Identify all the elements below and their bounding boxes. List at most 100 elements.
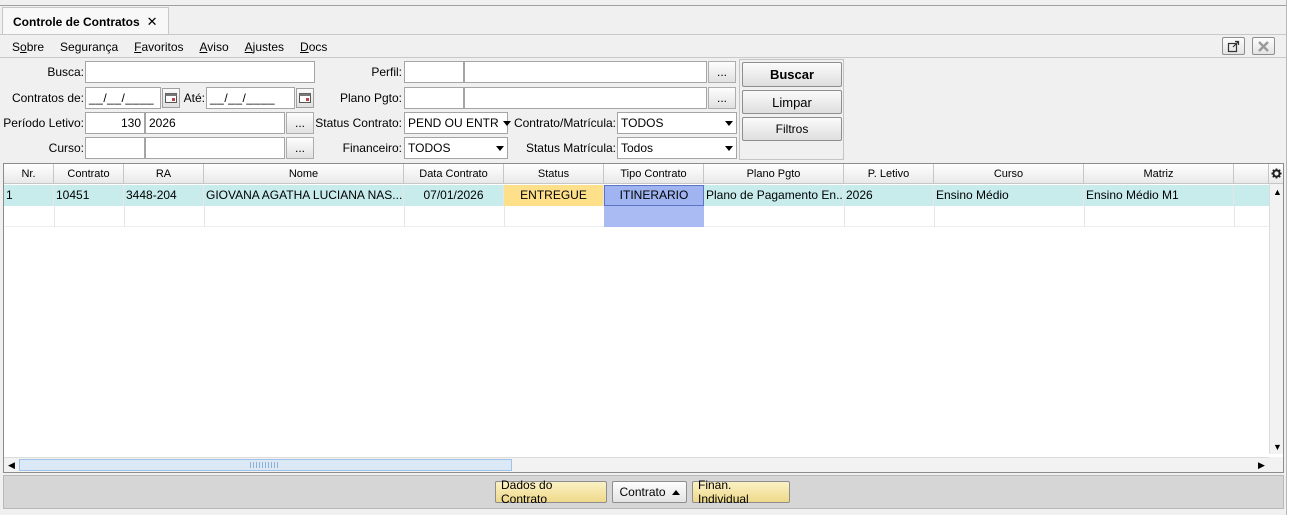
financeiro-value: TODOS: [408, 141, 451, 155]
empty-row-tipo-cell[interactable]: [604, 206, 704, 227]
curso-code-input[interactable]: [85, 137, 145, 159]
status-matricula-value: Todos: [621, 141, 654, 155]
curso-lookup-button[interactable]: ...: [286, 137, 314, 159]
curso-label: Curso:: [48, 141, 84, 155]
calendar-icon: [165, 93, 177, 103]
menu-aviso-post: viso: [207, 40, 229, 54]
menu-aviso[interactable]: Aviso: [192, 40, 237, 54]
tab-title: Controle de Contratos: [13, 14, 140, 29]
status-contrato-value: PEND OU ENTR: [408, 116, 499, 130]
menu-seguranca[interactable]: Segurança: [52, 40, 126, 54]
periodo-code-input[interactable]: 130: [85, 112, 145, 134]
periodo-letivo-label: Período Letivo:: [3, 116, 84, 130]
col-header-status[interactable]: Status: [504, 164, 604, 184]
grid-divider: [844, 206, 845, 227]
status-contrato-select[interactable]: PEND OU ENTR: [404, 112, 511, 134]
col-header-nr[interactable]: Nr.: [4, 164, 54, 184]
status-matricula-select[interactable]: Todos: [617, 137, 737, 159]
scroll-right-icon[interactable]: ▶: [1254, 458, 1269, 472]
cell-p-letivo[interactable]: 2026: [844, 185, 934, 206]
dados-do-contrato-button[interactable]: Dados do Contrato: [495, 478, 607, 506]
col-header-matriz[interactable]: Matriz: [1084, 164, 1234, 184]
cell-curso[interactable]: Ensino Médio: [934, 185, 1084, 206]
tab-controle-contratos[interactable]: Controle de Contratos ✕: [2, 7, 169, 35]
cell-nome[interactable]: GIOVANA AGATHA LUCIANA NAS...: [204, 185, 404, 206]
col-header-contrato[interactable]: Contrato: [54, 164, 124, 184]
calendar-icon: [299, 93, 311, 103]
contrato-matricula-select[interactable]: TODOS: [617, 112, 737, 134]
cell-status[interactable]: ENTREGUE: [504, 185, 604, 206]
perfil-code-input[interactable]: [404, 61, 464, 83]
cell-matriz[interactable]: Ensino Médio M1: [1084, 185, 1234, 206]
contrato-matricula-label: Contrato/Matrícula:: [513, 116, 616, 130]
close-icon[interactable]: ✕: [147, 14, 158, 30]
chevron-down-icon: [496, 145, 504, 151]
menu-favoritos[interactable]: Favoritos: [126, 40, 191, 54]
periodo-lookup-button[interactable]: ...: [286, 112, 314, 134]
status-contrato-label: Status Contrato:: [315, 116, 402, 130]
chevron-up-icon: [671, 489, 680, 495]
col-header-plano-pgto[interactable]: Plano Pgto: [704, 164, 844, 184]
chevron-down-icon: [725, 120, 733, 126]
close-x-icon: [1258, 40, 1269, 52]
buscar-button[interactable]: Buscar: [742, 62, 842, 87]
col-header-tipo-contrato[interactable]: Tipo Contrato: [604, 164, 704, 184]
scroll-down-icon[interactable]: ▼: [1270, 439, 1283, 454]
menu-seguranca-pre: Se: [60, 40, 75, 54]
contrato-menu-button[interactable]: Contrato: [612, 481, 687, 503]
perfil-lookup-button[interactable]: ...: [708, 61, 736, 83]
cell-plano-pgto[interactable]: Plano de Pagamento En...: [704, 185, 844, 206]
finan-individual-button[interactable]: Finan. Individual: [692, 478, 790, 506]
financeiro-select[interactable]: TODOS: [404, 137, 508, 159]
scroll-up-icon[interactable]: ▲: [1270, 184, 1283, 199]
grid-divider: [504, 206, 505, 227]
menu-bar: Sobre Segurança Favoritos Aviso Ajustes …: [0, 37, 1286, 57]
gear-icon: [1270, 168, 1282, 179]
col-header-data-contrato[interactable]: Data Contrato: [404, 164, 504, 184]
filtros-button[interactable]: Filtros: [742, 117, 842, 141]
cell-nr[interactable]: 1: [4, 185, 54, 206]
ate-calendar-button[interactable]: [296, 88, 314, 108]
cell-data-contrato[interactable]: 07/01/2026: [404, 185, 504, 206]
curso-desc-input[interactable]: [145, 137, 285, 159]
plano-desc-input[interactable]: [464, 87, 707, 109]
plano-code-input[interactable]: [404, 87, 464, 109]
financeiro-label: Financeiro:: [342, 141, 402, 155]
scroll-left-icon[interactable]: ◀: [4, 458, 19, 472]
contrato-menu-label: Contrato: [619, 485, 666, 499]
contratos-de-calendar-button[interactable]: [162, 88, 180, 108]
limpar-button[interactable]: Limpar: [742, 90, 842, 114]
col-header-blank: [1234, 164, 1269, 184]
plano-lookup-button[interactable]: ...: [708, 87, 736, 109]
detach-window-button[interactable]: [1222, 37, 1245, 55]
menu-docs-mnemonic: D: [300, 40, 309, 54]
menu-ajustes-mnemonic: A: [244, 40, 253, 54]
cell-contrato[interactable]: 10451: [54, 185, 124, 206]
grid-divider: [204, 206, 205, 227]
contratos-de-label: Contratos de:: [11, 91, 84, 105]
col-header-p-letivo[interactable]: P. Letivo: [844, 164, 934, 184]
menu-sobre[interactable]: Sobre: [0, 40, 52, 54]
menu-ajustes[interactable]: Ajustes: [237, 40, 292, 54]
cell-ra[interactable]: 3448-204: [124, 185, 204, 206]
cell-tipo-contrato[interactable]: ITINERARIO: [604, 185, 704, 206]
contracts-grid[interactable]: Nr. Contrato RA Nome Data Contrato Statu…: [3, 163, 1284, 473]
col-header-curso[interactable]: Curso: [934, 164, 1084, 184]
horizontal-scrollbar[interactable]: ◀ ▶: [4, 457, 1269, 472]
col-header-nome[interactable]: Nome: [204, 164, 404, 184]
perfil-desc-input[interactable]: [464, 61, 707, 83]
grip-icon: [250, 462, 280, 468]
close-window-button[interactable]: [1252, 37, 1275, 55]
grid-divider: [54, 206, 55, 227]
column-settings-button[interactable]: [1269, 164, 1283, 184]
periodo-year-input[interactable]: 2026: [145, 112, 285, 134]
contratos-de-input[interactable]: __/__/____: [85, 87, 161, 109]
vertical-scrollbar[interactable]: ▲ ▼: [1269, 184, 1283, 454]
menu-sobre-post: bre: [26, 40, 45, 54]
perfil-label: Perfil:: [371, 65, 402, 79]
ate-input[interactable]: __/__/____: [206, 87, 295, 109]
col-header-ra[interactable]: RA: [124, 164, 204, 184]
horizontal-scroll-thumb[interactable]: [19, 459, 512, 471]
menu-docs[interactable]: Docs: [292, 40, 335, 54]
busca-input[interactable]: [85, 61, 315, 83]
